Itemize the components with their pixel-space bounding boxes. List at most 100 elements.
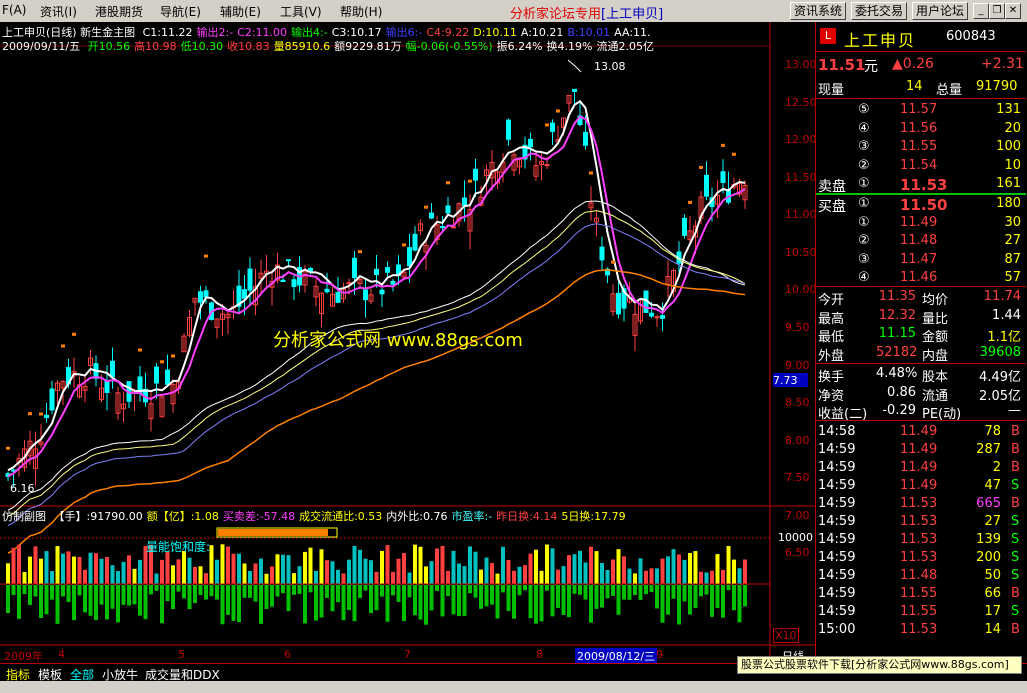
info-item: 流通2.05亿: [596, 40, 654, 53]
ask-row[interactable]: ④ 11.56 20: [816, 120, 1026, 138]
info-item: 收10.83: [227, 40, 270, 53]
volume-axis-unit: X10: [773, 628, 799, 643]
menu-bar: F(A) 资讯(I) 港股期货 导航(E) 辅助(E) 工具(V) 帮助(H) …: [0, 0, 1027, 23]
order-price: 11.48: [900, 233, 938, 248]
market-l-icon: L: [820, 28, 836, 44]
order-volume: 100: [996, 139, 1021, 154]
menu-file[interactable]: F(A): [2, 3, 26, 17]
current-volume: 14: [906, 79, 923, 94]
tick-row[interactable]: 14:59 11.49 2 B: [816, 459, 1026, 477]
bid-row[interactable]: 买盘 ① 11.50 180: [816, 195, 1026, 215]
restore-icon[interactable]: ❐: [989, 3, 1005, 19]
info-date: 2009/09/11/五: [2, 40, 81, 53]
trade-button[interactable]: 委托交易: [851, 2, 908, 20]
order-volume: 57: [1004, 270, 1021, 285]
info-item: 换4.19%: [546, 40, 593, 53]
info-item: 额9229.81万: [334, 40, 402, 53]
info-item: 量85910.6: [273, 40, 331, 53]
price-axis-label: 9.50: [785, 321, 810, 335]
order-volume: 30: [1004, 214, 1021, 230]
tick-row[interactable]: 15:00 11.53 14 B: [816, 621, 1026, 639]
watermark: 分析家公式网 www.88gs.com: [273, 330, 523, 351]
order-volume: 27: [1004, 233, 1021, 248]
tick-row[interactable]: 14:59 11.53 27 S: [816, 513, 1026, 531]
tick-row[interactable]: 14:59 11.53 665 B: [816, 495, 1026, 513]
sub-chart-item: 额【亿】:1.08: [146, 510, 219, 523]
price-axis-label: 7.50: [785, 471, 810, 485]
order-price: 11.56: [900, 120, 938, 136]
sub-chart-name: 仿制副图: [2, 510, 46, 523]
sub-chart-item: 昨日换:4.14: [496, 510, 558, 523]
order-volume: 20: [1004, 120, 1021, 136]
info-item: 幅-0.06(-0.55%): [405, 40, 493, 53]
stock-name: 上工申贝: [844, 31, 917, 50]
price-axis-label: 13.00: [785, 58, 817, 71]
ask-row[interactable]: ② 11.54 10: [816, 157, 1026, 175]
stock-code: 600843: [946, 29, 996, 44]
price-axis-label: 10.00: [785, 283, 817, 297]
stat-row: 外盘 52182 内盘 39608: [818, 344, 1021, 364]
bid-row[interactable]: ③ 11.47 87: [816, 251, 1026, 269]
ask-row[interactable]: 卖盘 ① 11.53 161: [816, 175, 1026, 195]
volume-axis-label: 10000: [778, 531, 813, 544]
order-price: 11.53: [900, 176, 948, 194]
order-price: 11.57: [900, 102, 938, 117]
price-axis-label: 8.50: [785, 396, 810, 410]
ticker-banner[interactable]: 股票公式股票软件下载[分析家公式网www.88gs.com]: [737, 656, 1022, 674]
menu-tools[interactable]: 工具(V): [280, 3, 322, 20]
order-price: 11.49: [900, 214, 938, 230]
total-volume-label: 总量: [936, 83, 963, 98]
last-price: 11.51: [818, 56, 866, 74]
sub-chart-item: 5日换:17.79: [561, 510, 626, 523]
stat-row: 最高 12.32 量比 1.44: [818, 307, 1021, 327]
order-price: 11.54: [900, 157, 938, 173]
sub-chart-item: 内外比:0.76: [386, 510, 448, 523]
status-bar: [0, 681, 1027, 693]
info-item: 振6.24%: [496, 40, 543, 53]
tick-row[interactable]: 14:59 11.53 200 S: [816, 549, 1026, 567]
quote-panel: L 上工申贝 600843 11.51 元 ▲0.26 +2.31 现量 14 …: [815, 22, 1027, 671]
close-icon[interactable]: ✕: [1005, 3, 1021, 19]
ask-row[interactable]: ⑤ 11.57 131: [816, 101, 1026, 119]
bid-row[interactable]: ② 11.48 27: [816, 232, 1026, 250]
info-item: 低10.30: [180, 40, 224, 53]
bid-row[interactable]: ① 11.49 30: [816, 214, 1026, 232]
fundamental-row: 换手 4.48% 股本 4.49亿: [818, 366, 1021, 385]
tick-row[interactable]: 14:58 11.49 78 B: [816, 423, 1026, 441]
stat-row: 最低 11.15 金额 1.1亿: [818, 326, 1021, 345]
order-volume: 87: [1004, 251, 1021, 267]
level-icon: ④: [858, 270, 870, 285]
news-system-button[interactable]: 资讯系统: [790, 2, 847, 20]
menu-help[interactable]: 帮助(H): [340, 3, 382, 20]
time-axis-label: 6: [284, 648, 291, 661]
menu-assist[interactable]: 辅助(E): [220, 3, 261, 20]
tick-row[interactable]: 14:59 11.55 17 S: [816, 603, 1026, 621]
order-price: 11.55: [900, 139, 938, 154]
time-axis-label: 7: [404, 648, 411, 661]
ask-row[interactable]: ③ 11.55 100: [816, 138, 1026, 156]
order-volume: 10: [1004, 157, 1021, 173]
price-unit: 元: [864, 59, 878, 75]
forum-button[interactable]: 用户论坛: [912, 2, 969, 20]
tick-row[interactable]: 14:59 11.49 287 B: [816, 441, 1026, 459]
tick-row[interactable]: 14:59 11.53 139 S: [816, 531, 1026, 549]
menu-hk-futures[interactable]: 港股期货: [95, 3, 143, 20]
tick-row[interactable]: 14:59 11.48 50 S: [816, 567, 1026, 585]
level-icon: ①: [858, 196, 870, 211]
minimize-icon[interactable]: _: [973, 3, 989, 19]
peak-label: 13.08: [594, 60, 626, 73]
current-volume-label: 现量: [818, 83, 845, 98]
tick-row[interactable]: 14:59 11.49 47 S: [816, 477, 1026, 495]
info-item: 开10.56: [87, 40, 131, 53]
menu-navigation[interactable]: 导航(E): [160, 3, 201, 20]
level-icon: ①: [858, 176, 870, 191]
order-price: 11.47: [900, 251, 938, 267]
bid-row[interactable]: ④ 11.46 57: [816, 269, 1026, 287]
price-axis-label: 7.00: [785, 508, 810, 522]
fundamental-row: 收益(二) -0.29 PE(动) —: [818, 403, 1021, 422]
menu-news[interactable]: 资讯(I): [40, 3, 77, 20]
tick-row[interactable]: 14:59 11.55 66 B: [816, 585, 1026, 603]
sub-chart-item: 成交流通比:0.53: [299, 510, 383, 523]
price-axis-label: 8.00: [785, 433, 810, 447]
level-icon: ③: [858, 251, 870, 267]
